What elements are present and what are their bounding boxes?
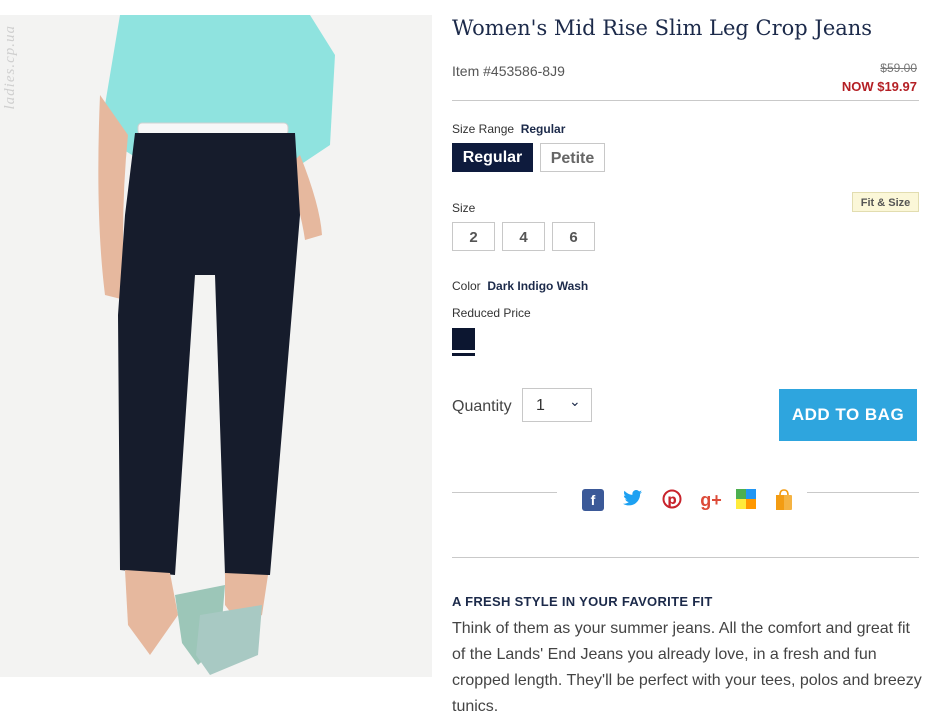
svg-text:p: p <box>667 493 676 508</box>
original-price: $59.00 <box>880 61 917 75</box>
size-range-selected: Regular <box>520 122 566 136</box>
watermark: ladies.cp.ua <box>2 25 18 110</box>
shared-icon[interactable] <box>735 489 757 511</box>
color-selected: Dark Indigo Wash <box>487 279 589 293</box>
swatch-selected-indicator <box>452 353 475 356</box>
twitter-icon[interactable] <box>622 489 644 511</box>
google-plus-icon[interactable]: g+ <box>700 489 722 511</box>
model-illustration <box>0 15 432 677</box>
product-title: Women's Mid Rise Slim Leg Crop Jeans <box>452 16 873 40</box>
facebook-icon[interactable]: f <box>582 489 604 511</box>
size-option-6[interactable]: 6 <box>552 222 595 251</box>
product-detail-panel: Women's Mid Rise Slim Leg Crop Jeans Ite… <box>452 0 922 715</box>
quantity-select[interactable]: 1 ⌄ <box>522 388 592 422</box>
social-divider-right <box>807 492 919 493</box>
social-divider-left <box>452 492 557 493</box>
reduced-price-label: Reduced Price <box>452 306 531 320</box>
size-range-petite-button[interactable]: Petite <box>540 143 605 172</box>
color-label-text: Color <box>452 279 481 293</box>
gift-icon[interactable] <box>773 489 795 511</box>
quantity-value: 1 <box>536 397 545 414</box>
social-share-bar: f p g+ <box>582 489 798 513</box>
divider <box>452 100 919 101</box>
color-label: Color Dark Indigo Wash <box>452 279 588 293</box>
product-image[interactable]: ladies.cp.ua <box>0 15 432 677</box>
description-body: Think of them as your summer jeans. All … <box>452 620 922 715</box>
add-to-bag-button[interactable]: ADD TO BAG <box>779 389 917 441</box>
size-option-4[interactable]: 4 <box>502 222 545 251</box>
size-range-label-text: Size Range <box>452 122 515 136</box>
divider <box>452 557 919 558</box>
color-swatch-dark-indigo[interactable] <box>452 328 475 350</box>
size-range-label: Size Range Regular <box>452 122 565 136</box>
chevron-down-icon: ⌄ <box>569 393 581 409</box>
size-label: Size <box>452 201 476 215</box>
quantity-label: Quantity <box>452 398 512 415</box>
description-heading: A FRESH STYLE IN YOUR FAVORITE FIT <box>452 594 713 609</box>
pinterest-icon[interactable]: p <box>661 489 683 511</box>
size-range-regular-button[interactable]: Regular <box>452 143 533 172</box>
fit-size-link[interactable]: Fit & Size <box>852 192 919 212</box>
sale-price: NOW $19.97 <box>841 79 917 94</box>
item-number: Item #453586-8J9 <box>452 63 565 79</box>
size-option-2[interactable]: 2 <box>452 222 495 251</box>
